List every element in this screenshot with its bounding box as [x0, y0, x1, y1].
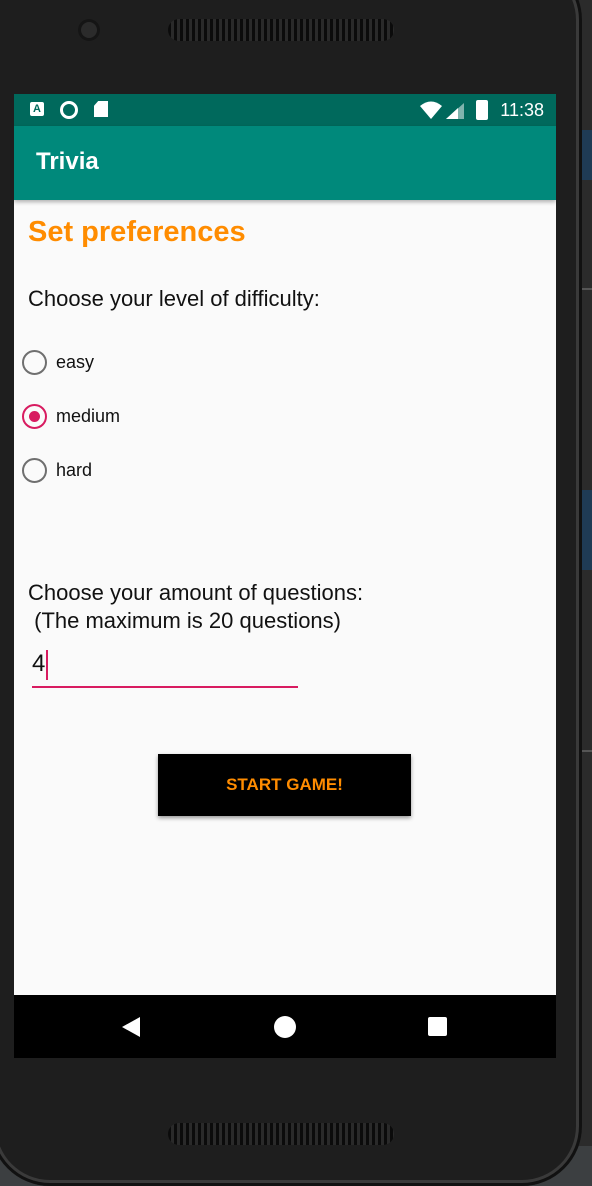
radio-label: easy	[56, 351, 95, 372]
app-title: Trivia	[36, 148, 99, 175]
radio-label: hard	[56, 459, 93, 480]
page-heading: Set preferences	[28, 216, 246, 248]
start-game-button[interactable]: START GAME!	[158, 754, 411, 816]
signal-icon	[446, 103, 464, 119]
radio-button-icon[interactable]	[22, 349, 47, 375]
top-speaker	[168, 19, 394, 41]
text-caret	[46, 650, 48, 680]
radio-hard[interactable]: hard	[22, 455, 92, 485]
sync-circle-icon	[60, 101, 78, 119]
questions-amount-input[interactable]: 4	[32, 644, 298, 688]
app-bar: Trivia	[14, 126, 556, 200]
device-screen: A 11:38 Trivia Set preferences Choose yo…	[14, 94, 556, 1058]
questions-prompt: Choose your amount of questions: (The ma…	[28, 580, 364, 633]
radio-button-checked-icon[interactable]	[22, 403, 47, 429]
questions-amount-value[interactable]: 4	[32, 650, 45, 678]
front-camera	[81, 22, 97, 38]
radio-label: medium	[56, 405, 121, 426]
back-icon[interactable]	[122, 1017, 140, 1037]
recent-apps-icon[interactable]	[428, 1017, 447, 1036]
a-notification-icon: A	[30, 102, 44, 116]
wifi-icon	[420, 101, 442, 119]
battery-charging-icon	[476, 100, 488, 120]
navigation-bar	[14, 995, 556, 1058]
bottom-speaker	[168, 1123, 394, 1145]
difficulty-prompt: Choose your level of difficulty:	[28, 286, 320, 311]
status-time: 11:38	[500, 100, 544, 120]
status-bar: A 11:38	[14, 94, 556, 126]
radio-medium[interactable]: medium	[22, 401, 120, 431]
radio-button-icon[interactable]	[22, 457, 47, 483]
radio-easy[interactable]: easy	[22, 347, 94, 377]
home-icon[interactable]	[274, 1016, 296, 1038]
sd-card-icon	[94, 101, 108, 117]
